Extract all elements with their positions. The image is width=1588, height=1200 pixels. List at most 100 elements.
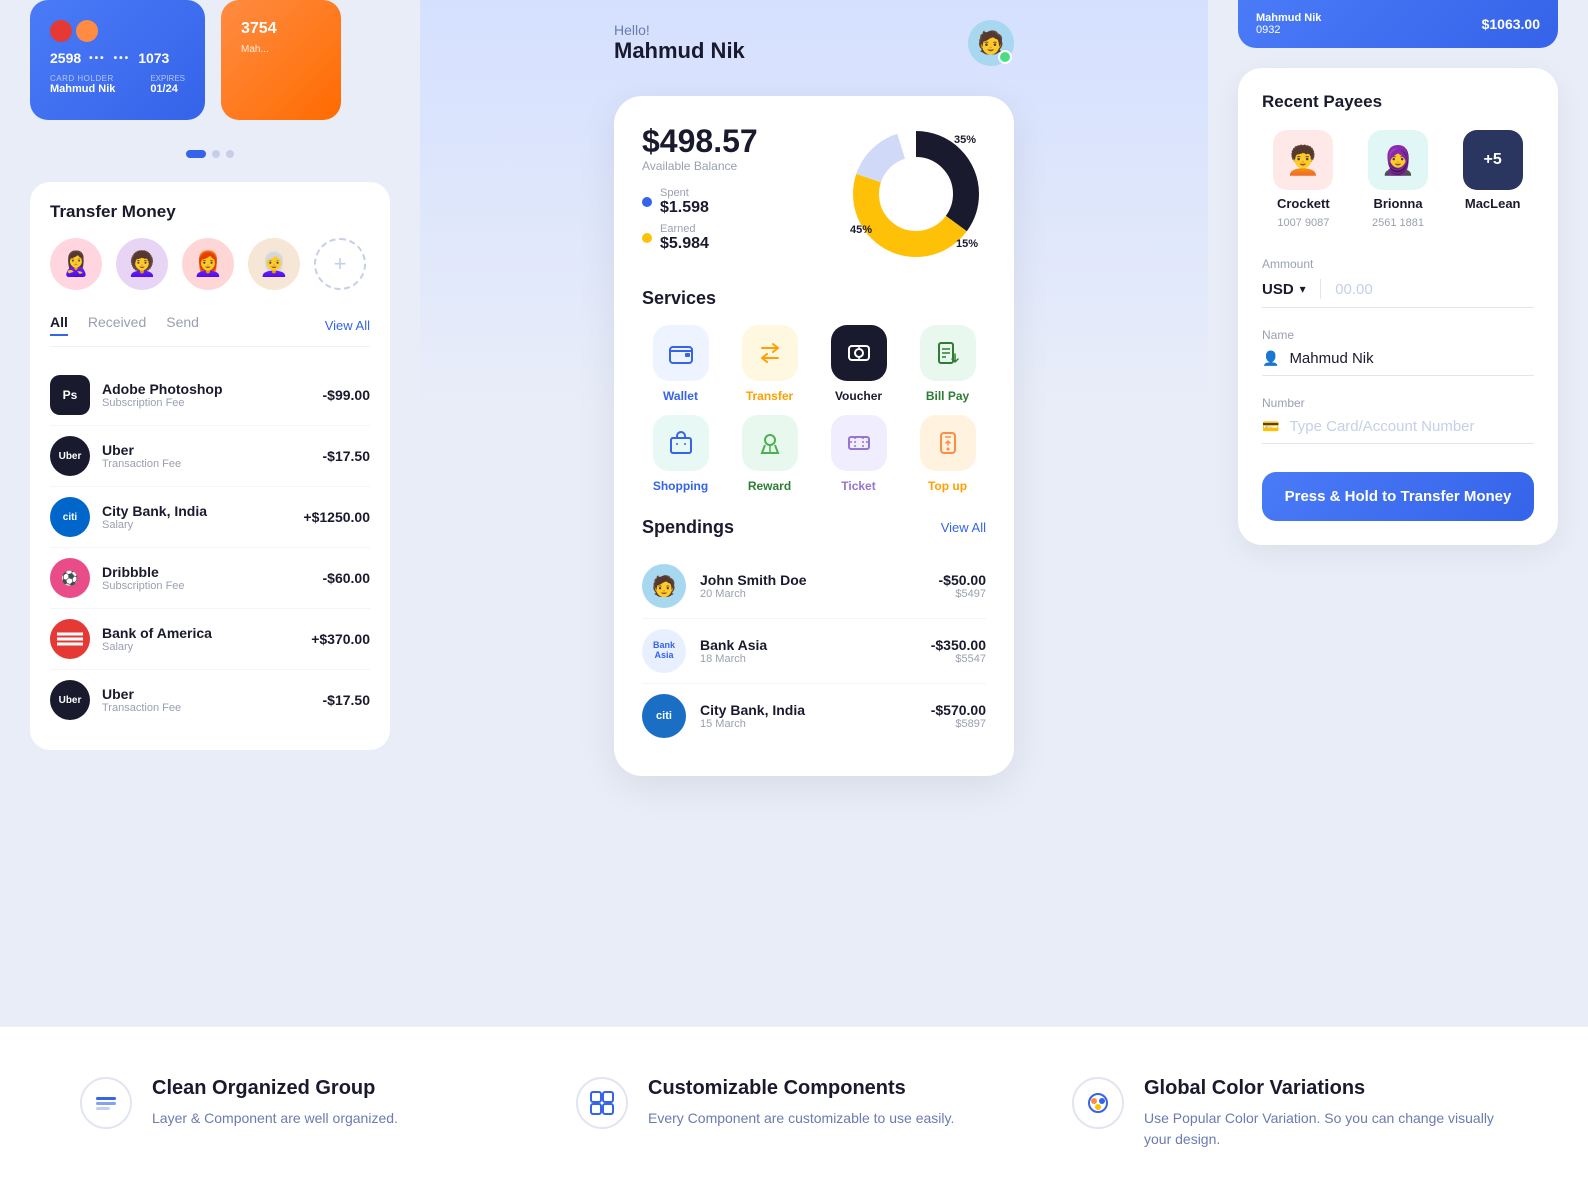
card-expiry-label: EXPIRES — [150, 74, 185, 83]
name-label: Name — [1262, 328, 1534, 342]
dot-3 — [226, 150, 234, 158]
transaction-item[interactable]: Ps Adobe Photoshop Subscription Fee -$99… — [50, 365, 370, 426]
tx-name: Uber — [102, 686, 311, 702]
tx-name: Bank of America — [102, 625, 299, 641]
card-orange-name: Mah... — [241, 44, 321, 55]
dots-indicator — [30, 150, 390, 158]
main-card: $498.57 Available Balance Spent $1.598 — [614, 96, 1014, 776]
recent-payees-title: Recent Payees — [1262, 92, 1534, 112]
amount-input-row: USD ▾ 00.00 — [1262, 279, 1534, 308]
voucher-icon-box — [831, 325, 887, 381]
spending-avatar-bank-asia: BankAsia — [642, 629, 686, 673]
amount-placeholder[interactable]: 00.00 — [1335, 281, 1373, 298]
service-billpay[interactable]: Bill Pay — [909, 325, 986, 403]
service-topup[interactable]: Top up — [909, 415, 986, 493]
earned-label: Earned — [660, 223, 709, 235]
spendings-list: 🧑 John Smith Doe 20 March -$50.00 $5497 — [642, 554, 986, 748]
transaction-item[interactable]: citi City Bank, India Salary +$1250.00 — [50, 487, 370, 548]
spending-sub-amount: $5497 — [939, 588, 986, 600]
card-logo-red — [50, 20, 72, 42]
custom-desc: Every Component are customizable to use … — [648, 1108, 954, 1129]
number-placeholder[interactable]: Type Card/Account Number — [1289, 418, 1474, 435]
avatar-item-1[interactable]: 🙎‍♀️ — [50, 238, 102, 290]
tx-name: Adobe Photoshop — [102, 381, 311, 397]
tab-send[interactable]: Send — [166, 314, 199, 336]
top-section: 2598 ••• ••• 1073 CARD HOLDER Mahmud Nik… — [0, 0, 1588, 1026]
shopping-icon-box — [653, 415, 709, 471]
transfer-label: Transfer — [746, 389, 793, 403]
dot-1 — [186, 150, 206, 158]
feature-clean: Clean Organized Group Layer & Component … — [80, 1077, 516, 1150]
transaction-list: Ps Adobe Photoshop Subscription Fee -$99… — [50, 365, 370, 730]
service-reward[interactable]: Reward — [731, 415, 808, 493]
card-holder-label: CARD HOLDER — [50, 74, 115, 83]
credit-card-blue[interactable]: 2598 ••• ••• 1073 CARD HOLDER Mahmud Nik… — [30, 0, 205, 120]
brionna-avatar: 🧕 — [1368, 130, 1428, 190]
spending-info: Bank Asia 18 March — [700, 637, 917, 665]
spending-date: 18 March — [700, 653, 917, 665]
currency-selector[interactable]: USD ▾ — [1262, 281, 1306, 298]
spent-amount: $1.598 — [660, 199, 709, 217]
payee-maclean[interactable]: +5 MacLean — [1451, 130, 1534, 229]
spending-avatar-john: 🧑 — [642, 564, 686, 608]
transaction-item[interactable]: Uber Uber Transaction Fee -$17.50 — [50, 426, 370, 487]
service-voucher[interactable]: Voucher — [820, 325, 897, 403]
transfer-money-button[interactable]: Press & Hold to Transfer Money — [1262, 472, 1534, 521]
divider — [1320, 279, 1322, 299]
view-all-link[interactable]: View All — [325, 318, 370, 333]
service-shopping[interactable]: Shopping — [642, 415, 719, 493]
top-card-name: Mahmud Nik — [1256, 12, 1321, 24]
credit-card-orange[interactable]: 3754 Mah... — [221, 0, 341, 120]
tx-sub: Transaction Fee — [102, 702, 311, 714]
currency-label: USD — [1262, 281, 1294, 298]
payee-brionna[interactable]: 🧕 Brionna 2561 1881 — [1357, 130, 1440, 229]
balance-label: Available Balance — [642, 159, 758, 173]
chart-label-45: 45% — [850, 224, 872, 236]
spending-item[interactable]: 🧑 John Smith Doe 20 March -$50.00 $5497 — [642, 554, 986, 619]
service-transfer[interactable]: Transfer — [731, 325, 808, 403]
tx-info: Uber Transaction Fee — [102, 686, 311, 714]
tx-amount: -$99.00 — [323, 387, 370, 403]
tx-sub: Subscription Fee — [102, 397, 311, 409]
custom-icon — [576, 1077, 628, 1129]
transfer-title: Transfer Money — [50, 202, 370, 222]
shopping-label: Shopping — [653, 479, 708, 493]
header-avatar[interactable]: 🧑 — [968, 20, 1014, 66]
chevron-down-icon: ▾ — [1300, 282, 1306, 296]
brionna-number: 2561 1881 — [1372, 217, 1424, 229]
card-orange-number: 3754 — [241, 20, 321, 38]
avatar-add-button[interactable]: + — [314, 238, 366, 290]
service-wallet[interactable]: Wallet — [642, 325, 719, 403]
spending-item[interactable]: BankAsia Bank Asia 18 March -$350.00 $55… — [642, 619, 986, 684]
spendings-view-all[interactable]: View All — [941, 520, 986, 535]
avatar-item-2[interactable]: 👩‍🦱 — [116, 238, 168, 290]
tx-info: City Bank, India Salary — [102, 503, 291, 531]
payee-crockett[interactable]: 🧑‍🦱 Crockett 1007 9087 — [1262, 130, 1345, 229]
dot-2 — [212, 150, 220, 158]
transaction-item[interactable]: ⚽ Dribbble Subscription Fee -$60.00 — [50, 548, 370, 609]
colors-title: Global Color Variations — [1144, 1077, 1508, 1100]
balance-amount: $498.57 — [642, 124, 758, 159]
main-wrapper: 2598 ••• ••• 1073 CARD HOLDER Mahmud Nik… — [0, 0, 1588, 1200]
maclean-avatar: +5 — [1463, 130, 1523, 190]
spending-sub-amount: $5897 — [931, 718, 986, 730]
tx-icon-ps: Ps — [50, 375, 90, 415]
avatar-item-4[interactable]: 👩‍🦳 — [248, 238, 300, 290]
balance-earned-row: Earned $5.984 — [642, 223, 758, 253]
avatar-item-3[interactable]: 👩‍🦰 — [182, 238, 234, 290]
tab-all[interactable]: All — [50, 314, 68, 336]
colors-icon — [1072, 1077, 1124, 1129]
transaction-item[interactable]: Bank of America Salary +$370.00 — [50, 609, 370, 670]
spending-name: City Bank, India — [700, 702, 917, 718]
transfer-icon-box — [742, 325, 798, 381]
tab-received[interactable]: Received — [88, 314, 146, 336]
amount-form-group: Ammount USD ▾ 00.00 — [1262, 257, 1534, 308]
transaction-item[interactable]: Uber Uber Transaction Fee -$17.50 — [50, 670, 370, 730]
spending-item[interactable]: citi City Bank, India 15 March -$570.00 … — [642, 684, 986, 748]
balance-spent-row: Spent $1.598 — [642, 187, 758, 217]
reward-icon-box — [742, 415, 798, 471]
name-value[interactable]: Mahmud Nik — [1289, 350, 1373, 367]
service-ticket[interactable]: Ticket — [820, 415, 897, 493]
spendings-title: Spendings — [642, 517, 734, 538]
right-panel: Mahmud Nik 0932 $1063.00 Recent Payees 🧑… — [1208, 0, 1588, 1026]
